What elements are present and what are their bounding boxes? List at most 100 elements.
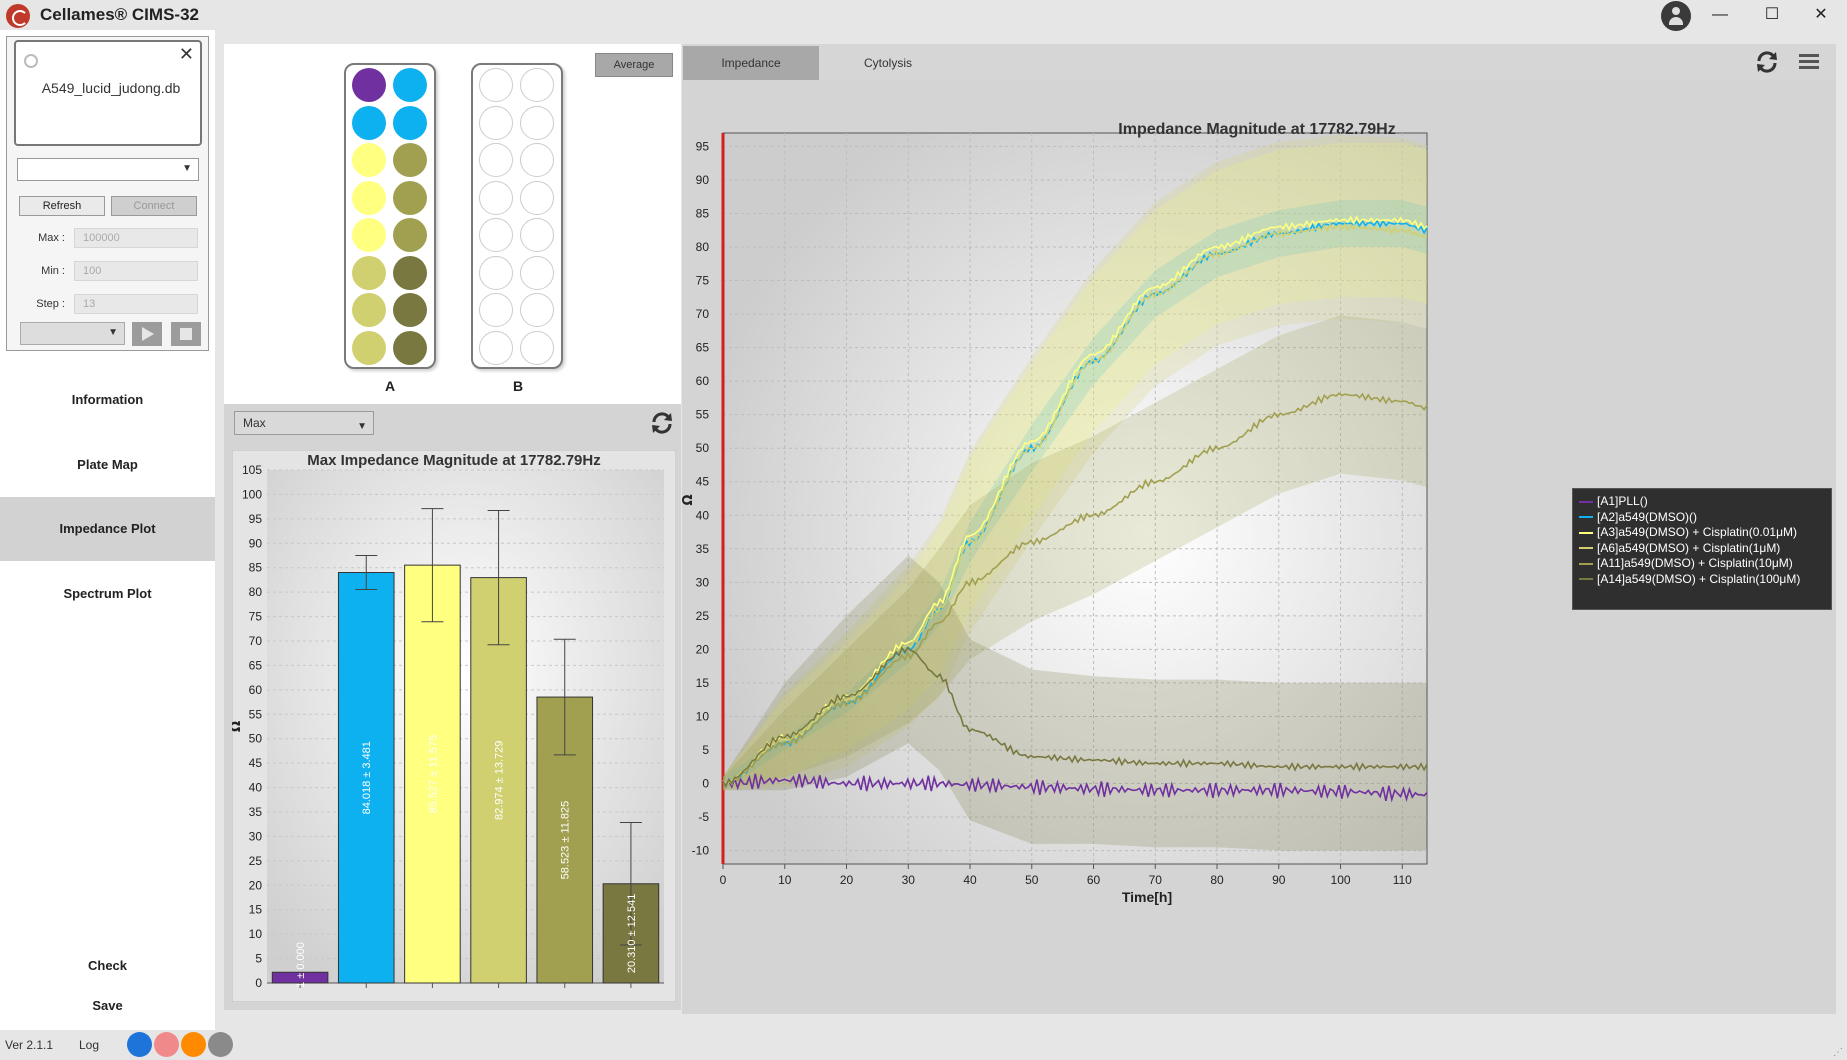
- mode-select[interactable]: ▼: [20, 322, 125, 345]
- plate-well[interactable]: [352, 143, 386, 177]
- app-logo-icon: [6, 4, 30, 28]
- max-field[interactable]: 100000: [74, 228, 198, 248]
- y-tick-label: 5: [702, 743, 709, 757]
- save-button[interactable]: Save: [0, 998, 215, 1013]
- legend-item[interactable]: [A11]a549(DMSO) + Cisplatin(10μM): [1579, 556, 1793, 573]
- version-label: Ver 2.1.1: [5, 1038, 54, 1052]
- line-chart-title: Impedance Magnitude at 17782.79Hz: [1118, 121, 1395, 138]
- nav-spectrum-plot[interactable]: Spectrum Plot: [0, 562, 215, 626]
- plate-well[interactable]: [352, 330, 386, 365]
- menu-icon[interactable]: [1799, 54, 1819, 70]
- plate-well[interactable]: [479, 68, 513, 102]
- status-indicator-gray: [208, 1032, 233, 1057]
- legend-swatch: [1579, 516, 1593, 519]
- average-button[interactable]: Average: [595, 53, 673, 77]
- plate-well[interactable]: [393, 180, 427, 215]
- plate-well[interactable]: [352, 255, 386, 290]
- statistic-select[interactable]: Max ▼: [234, 411, 374, 435]
- database-radio[interactable]: [24, 54, 38, 68]
- y-tick-label: 35: [249, 805, 263, 819]
- min-field[interactable]: 100: [74, 261, 198, 281]
- refresh-icon[interactable]: [649, 410, 675, 436]
- legend-item[interactable]: [A1]PLL(): [1579, 494, 1648, 511]
- stop-button[interactable]: [171, 322, 201, 346]
- tab-impedance[interactable]: Impedance: [683, 46, 819, 80]
- plate-well[interactable]: [520, 330, 554, 365]
- plate-a-label: A: [384, 378, 396, 394]
- close-button[interactable]: ✕: [1801, 2, 1841, 28]
- plate-well[interactable]: [393, 330, 427, 365]
- plate-well[interactable]: [352, 68, 386, 102]
- close-icon[interactable]: ✕: [179, 44, 194, 65]
- port-select[interactable]: ▼: [17, 158, 199, 181]
- y-tick-label: 20: [249, 878, 263, 892]
- step-field[interactable]: 13: [74, 294, 198, 314]
- plate-well[interactable]: [352, 293, 386, 327]
- plate-well[interactable]: [520, 255, 554, 290]
- min-label: Min :: [41, 265, 65, 277]
- legend-label: [A1]PLL(): [1597, 494, 1648, 508]
- plate-well[interactable]: [393, 143, 427, 177]
- plate-well[interactable]: [520, 143, 554, 177]
- plate-well[interactable]: [393, 105, 427, 140]
- y-tick-label: 30: [249, 829, 263, 843]
- log-button[interactable]: Log: [79, 1038, 99, 1052]
- plate-well[interactable]: [352, 180, 386, 215]
- plate-well[interactable]: [520, 218, 554, 252]
- y-tick-label: 0: [255, 976, 262, 990]
- legend-item[interactable]: [A14]a549(DMSO) + Cisplatin(100μM): [1579, 572, 1800, 589]
- plate-well[interactable]: [479, 180, 513, 215]
- legend-item[interactable]: [A3]a549(DMSO) + Cisplatin(0.01μM): [1579, 525, 1797, 542]
- y-tick-label: -5: [698, 810, 709, 824]
- plate-well[interactable]: [520, 105, 554, 140]
- plate-well[interactable]: [393, 68, 427, 102]
- plate-well[interactable]: [520, 293, 554, 327]
- nav-information[interactable]: Information: [0, 368, 215, 432]
- plate-well[interactable]: [479, 255, 513, 290]
- legend-swatch: [1579, 531, 1593, 534]
- legend-item[interactable]: [A6]a549(DMSO) + Cisplatin(1μM): [1579, 541, 1780, 558]
- plate-well[interactable]: [520, 180, 554, 215]
- play-button[interactable]: [132, 322, 162, 346]
- plate-well[interactable]: [479, 330, 513, 365]
- plate-well[interactable]: [520, 68, 554, 102]
- legend-swatch: [1579, 500, 1593, 503]
- refresh-icon[interactable]: [1754, 49, 1780, 75]
- plate-well[interactable]: [352, 218, 386, 252]
- plate-map: A B Average: [224, 44, 681, 404]
- y-tick-label: 50: [696, 441, 710, 455]
- database-card[interactable]: ✕ A549_lucid_judong.db: [14, 40, 202, 146]
- plate-well[interactable]: [393, 255, 427, 290]
- y-tick-label: 55: [249, 707, 263, 721]
- statistic-toolbar: Max ▼: [224, 404, 681, 442]
- nav-plate-map[interactable]: Plate Map: [0, 433, 215, 497]
- bar-value-label: 85.527 ± 11.575: [427, 735, 439, 814]
- plate-well[interactable]: [393, 293, 427, 327]
- chevron-down-icon: ▼: [108, 327, 118, 338]
- x-tick-label: 0: [720, 873, 727, 887]
- resize-grip-icon[interactable]: ⋰: [1833, 1047, 1843, 1058]
- plate-b: [471, 63, 563, 369]
- y-tick-label: 60: [696, 374, 710, 388]
- minimize-button[interactable]: —: [1700, 2, 1740, 28]
- maximize-button[interactable]: ☐: [1752, 2, 1792, 28]
- plate-well[interactable]: [479, 105, 513, 140]
- bar-value-label: 84.018 ± 3.481: [361, 741, 373, 814]
- plate-well[interactable]: [479, 143, 513, 177]
- x-tick-label: 30: [902, 873, 916, 887]
- plate-well[interactable]: [393, 218, 427, 252]
- plate-well[interactable]: [479, 218, 513, 252]
- check-button[interactable]: Check: [0, 958, 215, 973]
- refresh-button[interactable]: Refresh: [19, 196, 105, 216]
- legend-item[interactable]: [A2]a549(DMSO)(): [1579, 510, 1697, 527]
- y-tick-label: 45: [249, 756, 263, 770]
- user-avatar[interactable]: [1661, 1, 1691, 31]
- x-tick-label: 70: [1149, 873, 1163, 887]
- y-tick-label: 15: [249, 903, 263, 917]
- plate-well[interactable]: [479, 293, 513, 327]
- plate-well[interactable]: [352, 105, 386, 140]
- connect-button[interactable]: Connect: [111, 196, 197, 216]
- y-axis-label: Ω: [232, 721, 244, 732]
- nav-impedance-plot[interactable]: Impedance Plot: [0, 497, 215, 561]
- tab-cytolysis[interactable]: Cytolysis: [820, 46, 956, 80]
